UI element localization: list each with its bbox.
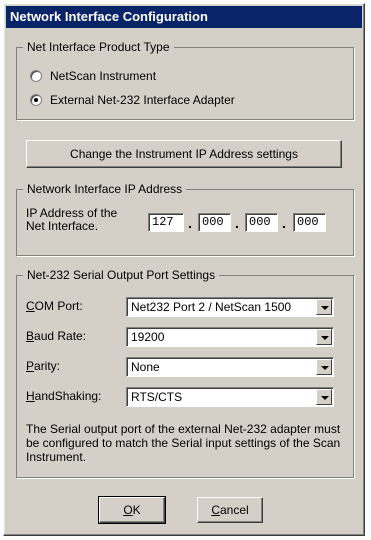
ok-label: K bbox=[132, 503, 141, 517]
window-title: Network Interface Configuration bbox=[6, 6, 362, 28]
ip-dot-2: . bbox=[235, 215, 239, 231]
serial-port-note: The Serial output port of the external N… bbox=[26, 422, 341, 464]
ip-octet-4-input[interactable]: 000 bbox=[293, 213, 326, 232]
ip-octet-1-input[interactable]: 127 bbox=[148, 213, 184, 232]
serial-settings-legend: Net-232 Serial Output Port Settings bbox=[27, 268, 216, 282]
baud-rate-label: Baud Rate: bbox=[26, 329, 87, 343]
ip-octet-3-input[interactable]: 000 bbox=[245, 213, 278, 232]
chevron-down-icon[interactable] bbox=[316, 359, 332, 375]
com-port-value: Net232 Port 2 / NetScan 1500 bbox=[131, 300, 292, 314]
cancel-label: ancel bbox=[219, 503, 249, 517]
com-port-label: COM Port: bbox=[26, 299, 83, 313]
ok-button[interactable]: OK bbox=[98, 496, 166, 524]
parity-select[interactable]: None bbox=[126, 357, 334, 377]
ip-dot-1: . bbox=[188, 215, 192, 231]
ip-address-label: IP Address of the Net Interface. bbox=[26, 207, 117, 233]
external-adapter-radio[interactable] bbox=[30, 94, 42, 106]
parity-value: None bbox=[131, 360, 160, 374]
product-type-legend: Net Interface Product Type bbox=[27, 40, 170, 54]
handshaking-value: RTS/CTS bbox=[131, 390, 183, 404]
external-adapter-option[interactable]: External Net-232 Interface Adapter bbox=[30, 92, 235, 108]
parity-label: Parity: bbox=[26, 359, 61, 373]
chevron-down-icon[interactable] bbox=[316, 329, 332, 345]
change-ip-settings-button[interactable]: Change the Instrument IP Address setting… bbox=[26, 140, 342, 168]
chevron-down-icon[interactable] bbox=[316, 299, 332, 315]
baud-rate-value: 19200 bbox=[131, 330, 165, 344]
ip-address-label-line2: Net Interface. bbox=[26, 219, 99, 233]
network-interface-dialog: Network Interface Configuration Net Inte… bbox=[3, 3, 365, 536]
handshaking-select[interactable]: RTS/CTS bbox=[126, 387, 334, 407]
com-port-select[interactable]: Net232 Port 2 / NetScan 1500 bbox=[126, 297, 334, 317]
netscan-radio[interactable] bbox=[30, 70, 42, 82]
change-ip-settings-label: Change the Instrument IP Address setting… bbox=[70, 147, 298, 161]
chevron-down-icon[interactable] bbox=[316, 389, 332, 405]
external-adapter-label: External Net-232 Interface Adapter bbox=[50, 93, 235, 107]
cancel-hotkey: C bbox=[211, 503, 220, 517]
ok-hotkey: O bbox=[123, 503, 133, 517]
netscan-label: NetScan Instrument bbox=[50, 69, 157, 83]
netscan-instrument-option[interactable]: NetScan Instrument bbox=[30, 68, 156, 84]
ip-address-legend: Network Interface IP Address bbox=[27, 182, 183, 196]
handshaking-label: HandShaking: bbox=[26, 389, 102, 403]
ip-octet-2-input[interactable]: 000 bbox=[198, 213, 231, 232]
ip-dot-3: . bbox=[282, 215, 286, 231]
cancel-button[interactable]: Cancel bbox=[197, 497, 263, 523]
baud-rate-select[interactable]: 19200 bbox=[126, 327, 334, 347]
